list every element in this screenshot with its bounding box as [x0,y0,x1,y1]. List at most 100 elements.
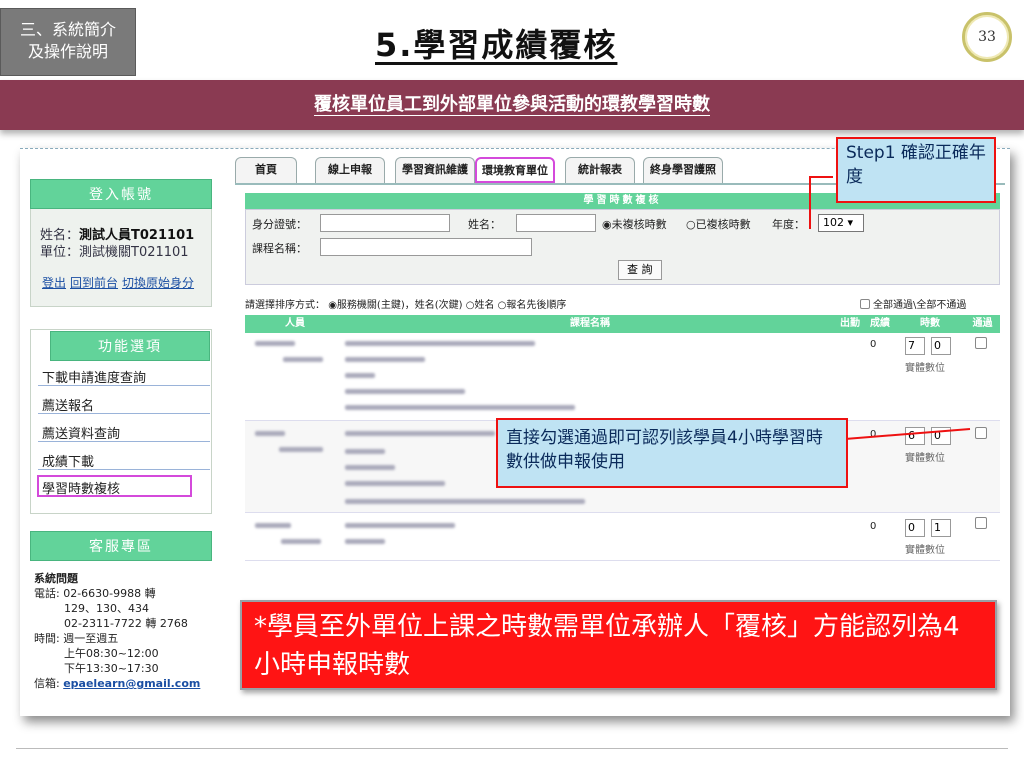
service-info: 系統問題 電話: 02-6630-9988 轉 129、130、434 02-2… [34,571,200,691]
slide-title: 5.學習成績覆核 [375,26,618,64]
search-button[interactable]: 查 詢 [618,260,662,280]
notice-box: *學員至外單位上課之時數需單位承辦人「覆核」方能認列為4小時申報時數 [240,600,997,690]
subtitle-banner: 覆核單位員工到外部單位參與活動的環教學習時數 [0,80,1024,130]
service-phone2: 02-2311-7722 轉 2768 [64,617,188,630]
unit-value: 測試機關T021101 [79,245,189,260]
pass-checkbox[interactable] [975,517,987,529]
name-label: 姓名： [40,228,80,243]
name-value: 測試人員T021101 [79,228,195,243]
login-links: 登出 回到前台 切換原始身分 [42,274,198,291]
logout-link[interactable]: 登出 [42,276,66,290]
course-label: 課程名稱： [252,242,307,255]
redacted-person [279,447,323,452]
tab-online-report[interactable]: 線上申報 [315,157,385,183]
hours-input[interactable]: 0 [905,519,925,537]
redacted-course [345,357,425,362]
service-panel-title: 客服專區 [30,531,212,561]
redacted-course [345,499,585,504]
menu-divider [38,469,210,470]
service-email-label: 信箱: [34,677,64,690]
login-panel-title: 登入帳號 [30,179,212,209]
minutes-input[interactable]: 1 [931,519,951,537]
col-pass: 通過 [972,318,993,329]
page-number-badge: 33 [962,12,1012,62]
col-score: 成績 [870,318,890,329]
menu-item-download-progress[interactable]: 下載申請進度查詢 [42,367,146,386]
section-tag: 三、系統簡介 及操作說明 [0,8,136,76]
radio-unreviewed[interactable]: ◉未複核時數 [602,216,667,232]
col-course: 課程名稱 [570,318,610,329]
redacted-course [345,373,375,378]
menu-divider [38,385,210,386]
menu-item-hours-review[interactable]: 學習時數複核 [42,478,120,497]
service-time-am: 上午08:30~12:00 [64,647,159,660]
pass-all-checkbox[interactable] [860,299,870,309]
redacted-course [345,389,465,394]
minutes-input[interactable]: 0 [931,427,951,445]
tab-learning-info[interactable]: 學習資訊維護 [395,157,475,183]
redacted-person [255,523,291,528]
tab-home[interactable]: 首頁 [235,157,297,183]
service-time-pm: 下午13:30~17:30 [64,662,159,675]
service-email-link[interactable]: epaelearn@gmail.com [63,677,200,690]
hours-input[interactable]: 6 [905,427,925,445]
section-tag-line1: 三、系統簡介 [19,20,116,39]
menu-item-register[interactable]: 薦送報名 [42,395,94,414]
redacted-course [345,481,445,486]
name-input[interactable] [516,214,596,232]
tab-passport[interactable]: 終身學習護照 [643,157,723,183]
service-heading: 系統問題 [34,572,78,585]
col-hours: 時數 [920,318,940,329]
frontend-link[interactable]: 回到前台 [70,276,118,290]
menu-item-grade-download[interactable]: 成績下載 [42,451,94,470]
sort-label: 請選擇排序方式： [245,300,325,311]
function-menu-title: 功能選項 [50,331,210,361]
tab-env-education-unit[interactable]: 環境教育單位 [475,157,555,183]
section-tag-line2: 及操作說明 [27,42,108,61]
footer-divider [16,748,1008,749]
minutes-input[interactable]: 0 [931,337,951,355]
unit-label: 實體數位 [905,363,945,374]
radio-reviewed[interactable]: ○已複核時數 [686,216,751,232]
table-header: 人員 課程名稱 出勤 成績 時數 通過 [245,315,1000,333]
step1-callout: Step1 確認正確年度 [836,137,996,203]
name-search-label: 姓名： [468,218,501,231]
unit-label: 實體數位 [905,453,945,464]
redacted-person [255,341,295,346]
redacted-course [345,539,385,544]
service-time: 時間: 週一至週五 [34,632,119,645]
table-row: 0 0 1 實體數位 [245,513,1000,561]
year-label: 年度： [772,218,805,231]
tab-statistics[interactable]: 統計報表 [565,157,635,183]
sort-opt-agency[interactable]: ◉服務機關(主鍵)，姓名(次鍵) [328,300,462,311]
id-input[interactable] [320,214,450,232]
login-info: 姓名：測試人員T021101 單位：測試機關T021101 [40,227,194,261]
redacted-person [255,431,285,436]
course-input[interactable] [320,238,532,256]
year-select[interactable]: 102 ▾ [818,214,864,232]
redacted-person [281,539,321,544]
pass-all-toggle[interactable]: 全部通過\全部不通過 [860,296,966,311]
sort-opt-name[interactable]: ○姓名 [466,300,495,311]
redacted-course [345,405,575,410]
table-row: 0 7 0 實體數位 [245,333,1000,421]
score-value: 0 [870,521,877,532]
hours-input[interactable]: 7 [905,337,925,355]
redacted-course [345,523,455,528]
score-value: 0 [870,429,877,440]
pass-checkbox[interactable] [975,337,987,349]
switch-identity-link[interactable]: 切換原始身分 [122,276,194,290]
id-label: 身分證號： [252,218,307,231]
unit-label: 實體數位 [905,545,945,556]
redacted-course [345,431,495,436]
col-attendance: 出勤 [840,318,860,329]
score-value: 0 [870,339,877,350]
checkbox-callout: 直接勾選通過即可認列該學員4小時學習時數供做申報使用 [496,418,848,488]
sort-opt-order[interactable]: ○報名先後順序 [498,300,567,311]
unit-label: 單位： [40,245,80,260]
pass-checkbox[interactable] [975,427,987,439]
redacted-course [345,465,395,470]
redacted-course [345,449,385,454]
menu-item-register-query[interactable]: 薦送資料查詢 [42,423,120,442]
redacted-course [345,341,535,346]
